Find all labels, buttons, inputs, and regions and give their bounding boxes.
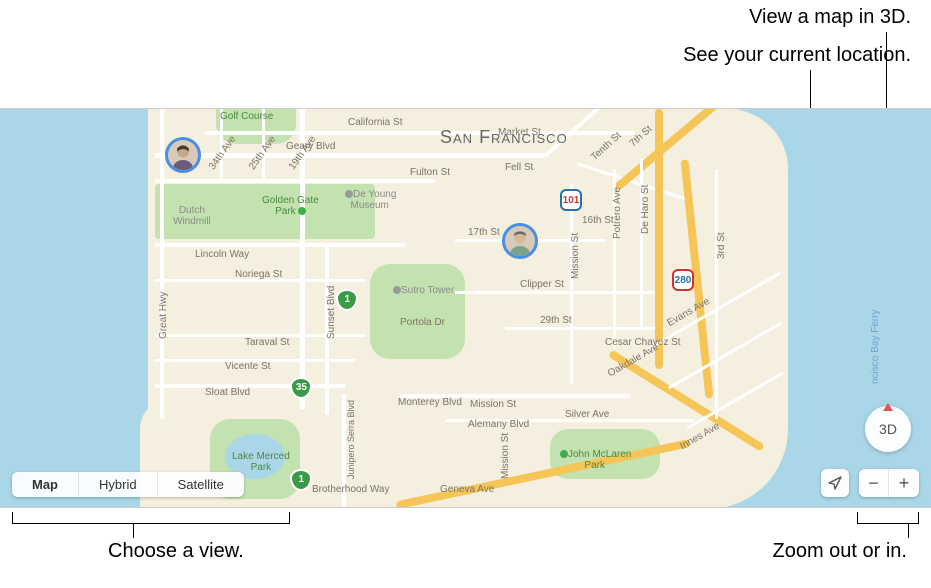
avatar-icon (505, 226, 535, 256)
poi-sutro: Sutro Tower (391, 285, 454, 296)
road-label-lincoln: Lincoln Way (195, 249, 249, 260)
poi-dutch: DutchWindmill (173, 205, 211, 227)
road-label-ferry: ncisco Bay Ferry (870, 310, 881, 384)
poi-mclaren: John McLarenPark (558, 449, 631, 471)
road-great-hwy (160, 109, 164, 419)
bracket-zoom (857, 512, 919, 524)
poi-dot-icon (345, 190, 353, 198)
road-label-geneva: Geneva Ave (440, 484, 494, 495)
road-label-vicente: Vicente St (225, 361, 270, 372)
road-label-29th: 29th St (540, 315, 572, 326)
view-mode-satellite[interactable]: Satellite (158, 472, 244, 497)
annotation-zoom: Zoom out or in. (772, 540, 907, 563)
poi-golden-gate: Golden GatePark (262, 195, 319, 217)
road-label-potrero: Potrero Ave (612, 187, 623, 239)
road-label-sloat: Sloat Blvd (205, 387, 250, 398)
3d-compass-button[interactable]: 3D (865, 406, 911, 452)
park-center (370, 264, 465, 359)
road-label-17th: 17th St (468, 227, 500, 238)
map-viewport[interactable]: California St Geary Blvd Fulton St Linco… (0, 108, 931, 508)
road-label-3rd: 3rd St (716, 232, 727, 259)
bracket-choose-view (12, 512, 290, 524)
annotation-region-bottom: Choose a view. Zoom out or in. (0, 508, 931, 588)
road-label-taraval: Taraval St (245, 337, 289, 348)
location-arrow-icon (827, 475, 843, 491)
avatar-icon (168, 140, 198, 170)
poi-dot-icon (560, 450, 568, 458)
road-label-portola: Portola Dr (400, 317, 445, 328)
annotation-3d: View a map in 3D. (749, 6, 911, 29)
road-label-sunset: Sunset Blvd (326, 286, 337, 339)
road-label-junipero: Junipero Serra Blvd (346, 400, 356, 479)
road-fulton (155, 179, 435, 183)
poi-dot-icon (298, 207, 306, 215)
poi-golf: Golf Course (220, 111, 273, 122)
road-mission-v (570, 184, 573, 384)
poi-deyoung: De YoungMuseum (343, 189, 396, 211)
road-label-california: California St (348, 117, 402, 128)
road-label-deharo: De Haro St (640, 185, 651, 234)
road-clipper (455, 291, 655, 294)
annotation-choose-view: Choose a view. (108, 540, 244, 563)
zoom-out-button[interactable]: − (859, 469, 889, 497)
road-label-noriega: Noriega St (235, 269, 282, 280)
annotation-region-top: View a map in 3D. See your current locat… (0, 0, 931, 108)
city-title: San Francisco (440, 127, 568, 148)
road-label-mission-v2: Mission St (500, 433, 511, 479)
road-label-monterey: Monterey Blvd (398, 397, 462, 408)
zoom-in-button[interactable]: + (889, 469, 919, 497)
view-mode-segmented-control[interactable]: Map Hybrid Satellite (12, 472, 244, 497)
road-label-fulton: Fulton St (410, 167, 450, 178)
road-label-alemany: Alemany Blvd (468, 419, 529, 430)
shield-i280: 280 (672, 269, 694, 291)
road-label-clipper: Clipper St (520, 279, 564, 290)
person-marker-2[interactable] (502, 223, 538, 259)
road-lincoln (155, 243, 405, 247)
road-label-brotherhood: Brotherhood Way (312, 484, 389, 495)
compass-label: 3D (879, 421, 897, 437)
poi-dot-icon (393, 286, 401, 294)
poi-lake-merced: Lake MercedPark (232, 451, 290, 473)
road-label-greathwy: Great Hwy (158, 292, 169, 339)
shield-us101: 101 (560, 189, 582, 211)
view-mode-map[interactable]: Map (12, 472, 79, 497)
road-label-fell: Fell St (505, 162, 533, 173)
road-label-mission-v: Mission St (570, 233, 581, 279)
view-mode-hybrid[interactable]: Hybrid (79, 472, 158, 497)
person-marker-1[interactable] (165, 137, 201, 173)
road-label-cesar: Cesar Chavez St (605, 337, 681, 348)
road-label-silver: Silver Ave (565, 409, 609, 420)
zoom-control: − + (859, 469, 919, 497)
road-3rd (715, 169, 718, 419)
annotation-current-location: See your current location. (683, 44, 911, 67)
road-label-mission: Mission St (470, 399, 516, 410)
road-label-16th: 16th St (582, 215, 614, 226)
current-location-button[interactable] (821, 469, 849, 497)
